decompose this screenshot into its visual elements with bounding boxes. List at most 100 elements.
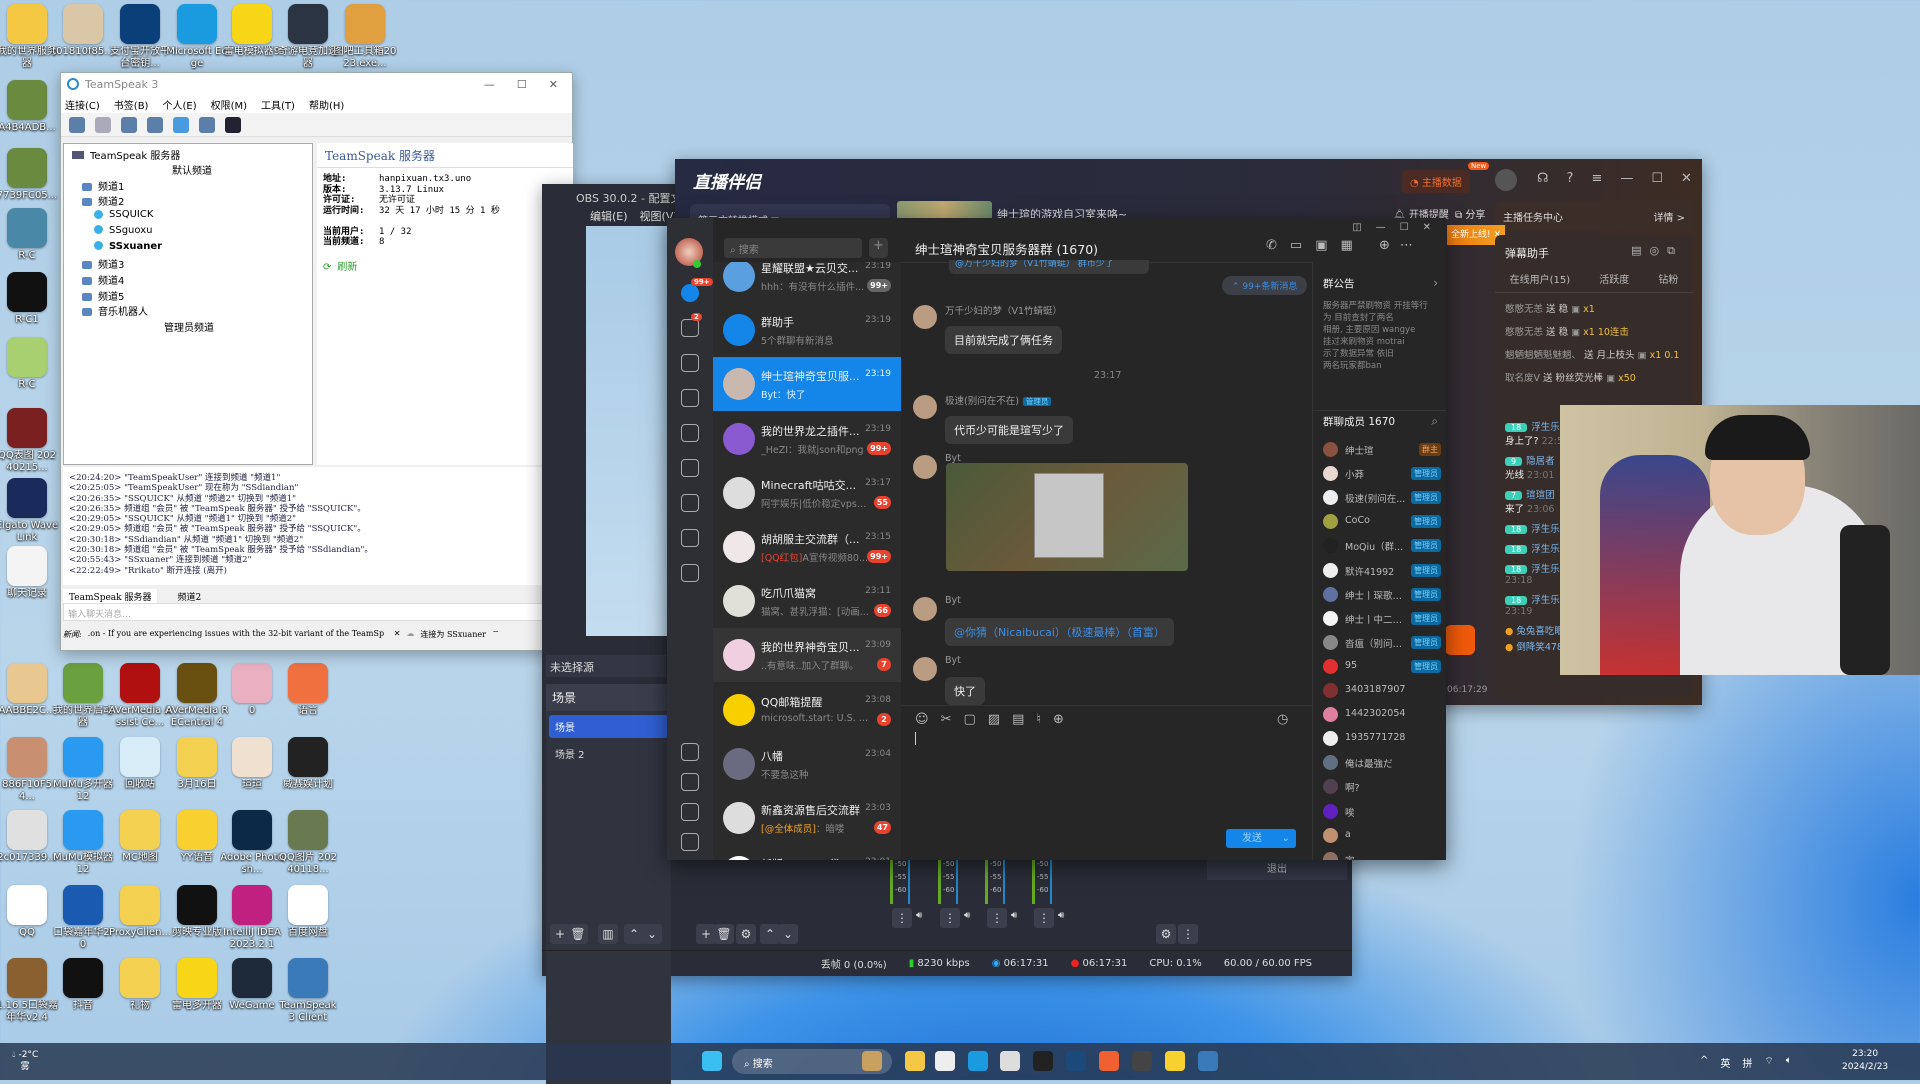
desktop-icon[interactable]: 0 — [220, 663, 284, 717]
volume-icon[interactable]: 🔈︎ — [1786, 1055, 1792, 1070]
member-item[interactable]: 俺は最強だ — [1323, 752, 1441, 772]
conversation-item[interactable]: 八幡 不要急这种 23:04 — [713, 737, 901, 791]
desktop-icon[interactable]: 我的世界启动器 — [51, 663, 115, 729]
speaker-icon[interactable]: 🔊︎ — [1058, 910, 1064, 921]
desktop-icon[interactable]: R-C1 — [0, 272, 59, 326]
desktop-icon[interactable]: 雷电模拟器9 — [220, 4, 284, 58]
exit-button[interactable]: 退出 — [1207, 860, 1347, 880]
new-messages-button[interactable]: ⌃ 99+条新消息 — [1222, 276, 1308, 295]
folder-icon[interactable]: ▢ — [963, 712, 975, 727]
desktop-icon[interactable]: WeGame — [220, 958, 284, 1012]
wifi-icon[interactable]: ⌔ — [1764, 1055, 1773, 1070]
member-item[interactable]: 唉 — [1323, 801, 1441, 821]
start-live-button[interactable] — [1445, 625, 1475, 655]
file-icon[interactable] — [681, 494, 699, 512]
desktop-icon[interactable]: 礼物 — [108, 958, 172, 1012]
maximize-button[interactable]: ☐ — [1400, 222, 1409, 233]
disconnect-icon[interactable] — [95, 116, 111, 133]
move-down-button[interactable]: ⌄ — [778, 924, 798, 944]
chevron-up-icon[interactable]: ^ — [1700, 1055, 1708, 1070]
connect-icon[interactable] — [69, 116, 85, 133]
add-button[interactable]: + — [869, 238, 888, 258]
popout-icon[interactable]: ⧉ — [1667, 244, 1683, 257]
settings-icon[interactable]: ◎ — [1650, 244, 1668, 257]
desktop-icon[interactable]: 支付宝开放平台密钥... — [108, 4, 172, 70]
teamspeak-icon[interactable] — [1198, 1051, 1218, 1071]
star-icon[interactable] — [681, 354, 699, 372]
chevron-right-icon[interactable]: › — [1433, 276, 1438, 290]
scene-item[interactable]: 场景 — [549, 715, 668, 738]
volume-menu-button[interactable]: ⋮ — [940, 908, 960, 928]
image-icon[interactable]: ▨ — [988, 712, 1000, 727]
desktop-icon[interactable]: Elgato Wave Link — [0, 478, 59, 544]
avatar[interactable] — [913, 597, 937, 621]
remove-source-button[interactable]: 🗑︎ — [714, 924, 734, 944]
favorites-icon[interactable] — [681, 803, 699, 821]
menu-item[interactable]: 工具(T) — [261, 97, 295, 112]
desktop-icon[interactable]: MC地图 — [108, 810, 172, 864]
desktop-icon[interactable]: MuMu多开器12 — [51, 737, 115, 803]
desktop-icon[interactable]: AVerMedia Assist Ce... — [108, 663, 172, 729]
message-icon[interactable] — [681, 284, 699, 302]
add-member-icon[interactable]: ⊕ — [1379, 238, 1390, 253]
chat-icon[interactable] — [173, 116, 189, 133]
desktop-icon[interactable]: 7739FC05... — [0, 148, 59, 202]
mixer-menu-button[interactable]: ⋮ — [1178, 924, 1198, 944]
desktop-icon[interactable]: QQ表图 20240215... — [0, 408, 59, 474]
more-options-icon[interactable]: ⋯ — [1400, 238, 1413, 253]
conversation-item[interactable]: 星耀联盟★云贝交... hhh：有没有什么插件... 23:19 99+ — [713, 262, 901, 303]
close-news-button[interactable]: ✕ — [394, 629, 401, 640]
maximize-button[interactable]: ☐ — [517, 78, 527, 91]
share-button[interactable]: ⧉ 分享 — [1455, 206, 1485, 221]
away-icon[interactable] — [225, 116, 241, 133]
conversation-item[interactable]: 我的世界神奇宝贝... ..有意味..加入了群聊。 23:09 7 — [713, 628, 901, 683]
more-icon[interactable]: ⊕ — [1053, 712, 1064, 727]
tab[interactable]: 在线用户(15) — [1510, 271, 1571, 286]
mixer-settings-button[interactable]: ⚙ — [1156, 924, 1176, 944]
menu-item[interactable]: 帮助(H) — [309, 97, 344, 112]
member-item[interactable]: 3403187907 — [1323, 680, 1441, 700]
mute-speaker-icon[interactable] — [147, 116, 163, 133]
desktop-icon[interactable]: 图吧工具箱2023.exe... — [333, 4, 397, 70]
scene-item[interactable]: 场景 2 — [549, 742, 668, 765]
server-item[interactable]: TeamSpeak 服务器 — [72, 147, 180, 162]
speaker-icon[interactable]: 🔊︎ — [964, 910, 970, 921]
member-item[interactable]: 1442302054 — [1323, 704, 1441, 724]
member-item[interactable]: CoCo 管理员 — [1323, 511, 1441, 531]
yy-icon[interactable] — [1165, 1051, 1185, 1071]
help-icon[interactable]: ? — [1567, 171, 1574, 186]
member-item[interactable]: 沓瘟（别问我... 管理员 — [1323, 632, 1441, 652]
game-icon[interactable] — [681, 424, 699, 442]
user-item[interactable]: SSxuaner — [94, 241, 162, 252]
video-call-icon[interactable]: ▭ — [1290, 238, 1302, 253]
remove-scene-button[interactable]: 🗑︎ — [568, 924, 588, 944]
member-item[interactable]: 宇 — [1323, 849, 1441, 860]
qzone-icon[interactable] — [681, 529, 699, 547]
contacts-icon[interactable] — [681, 319, 699, 337]
close-button[interactable]: ✕ — [549, 78, 558, 91]
file-explorer-icon[interactable] — [905, 1051, 925, 1071]
message-input[interactable] — [915, 732, 916, 745]
channel-item[interactable]: 管理员频道 — [164, 319, 214, 334]
menu-item[interactable]: 权限(M) — [211, 97, 247, 112]
minimize-button[interactable]: — — [484, 78, 495, 91]
user-avatar[interactable] — [1495, 169, 1517, 191]
conversation-item[interactable]: 吃爪爪猫窝 猫窝、甚乳浮猫：[动画... 23:11 66 — [713, 574, 901, 628]
desktop-icon[interactable]: MuMu模拟器12 — [51, 810, 115, 876]
add-source-button[interactable]: + — [696, 924, 716, 944]
video-icon[interactable] — [681, 459, 699, 477]
desktop-icon[interactable]: ProxyClien... — [108, 885, 172, 939]
desktop-icon[interactable]: Adobe Photosh... — [220, 810, 284, 876]
close-button[interactable]: ✕ — [1423, 222, 1431, 233]
channel-item[interactable]: 频道3 — [82, 256, 124, 271]
conversation-item[interactable]: 绅士瑄神奇宝贝服... Byt：快了 23:19 — [713, 357, 901, 412]
avatar[interactable] — [913, 455, 937, 479]
desktop-icon[interactable]: A4B4ADB... — [0, 80, 59, 134]
store-icon[interactable] — [1000, 1051, 1020, 1071]
scissors-icon[interactable]: ✂ — [941, 712, 952, 727]
list-icon[interactable]: ▤ — [1631, 244, 1649, 257]
menu-item[interactable]: 个人(E) — [162, 97, 196, 112]
sidebar-toggle-icon[interactable]: ◫ — [1352, 222, 1361, 233]
member-item[interactable]: 绅士瑄 群主 — [1323, 439, 1441, 459]
filter-button[interactable]: ▥ — [598, 924, 618, 944]
